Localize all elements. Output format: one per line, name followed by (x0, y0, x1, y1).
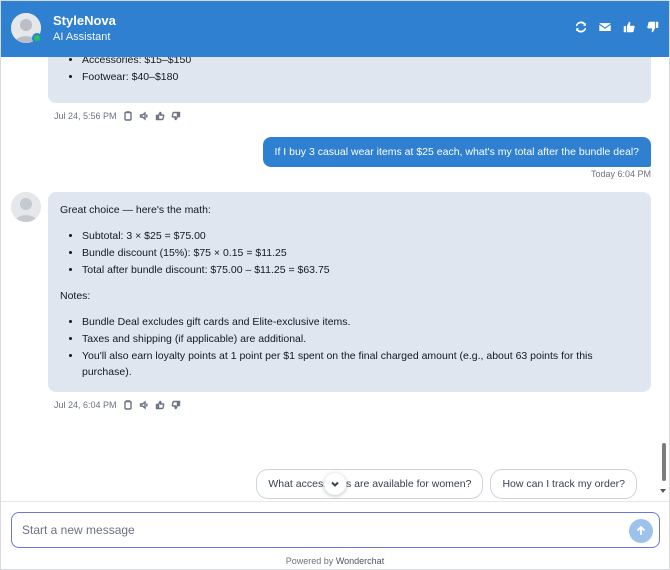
speaker-icon[interactable] (139, 400, 149, 410)
arrow-up-icon (636, 525, 646, 535)
list-item: Footwear: $40–$180 (82, 69, 639, 85)
price-range-list: Accessories: $15–$150 Footwear: $40–$180 (60, 57, 639, 85)
scroll-to-bottom-button[interactable] (324, 473, 346, 495)
powered-by-footer: Powered by Wonderchat (1, 556, 669, 566)
notes-list: Bundle Deal excludes gift cards and Elit… (60, 314, 639, 380)
powered-by-label: Powered by (285, 556, 334, 566)
bot-message-bubble: Great choice — here's the math: Subtotal… (48, 192, 651, 392)
message-list: Accessories: $15–$150 Footwear: $40–$180… (1, 57, 661, 501)
thumbs-up-icon[interactable] (155, 400, 165, 410)
message-timestamp: Jul 24, 5:56 PM (54, 111, 117, 121)
list-item: Total after bundle discount: $75.00 – $1… (82, 262, 639, 278)
mail-icon[interactable] (597, 19, 613, 35)
chat-widget: StyleNova AI Assistant Accessories: $15–… (0, 0, 670, 570)
list-item: Bundle discount (15%): $75 × 0.15 = $11.… (82, 245, 639, 261)
online-status-dot (32, 33, 42, 43)
chat-header: StyleNova AI Assistant (1, 1, 669, 57)
scrollbar-thumb[interactable] (662, 443, 666, 481)
thumbs-down-icon[interactable] (171, 111, 181, 121)
assistant-avatar (11, 192, 41, 222)
suggestion-chips: What accessories are available for women… (256, 469, 637, 499)
message-input[interactable] (22, 521, 622, 539)
thumbs-down-icon[interactable] (171, 400, 181, 410)
list-item: Subtotal: 3 × $25 = $75.00 (82, 228, 639, 244)
list-item: Accessories: $15–$150 (82, 57, 639, 68)
thumbs-up-icon[interactable] (621, 19, 637, 35)
message-meta: Jul 24, 6:04 PM (54, 400, 181, 410)
header-actions (573, 19, 661, 35)
speaker-icon[interactable] (139, 111, 149, 121)
list-item: You'll also earn loyalty points at 1 poi… (82, 348, 639, 380)
divider (1, 501, 669, 502)
chevron-down-icon (331, 481, 339, 487)
thumbs-down-icon[interactable] (645, 19, 661, 35)
message-timestamp: Jul 24, 6:04 PM (54, 400, 117, 410)
message-intro: Great choice — here's the math: (60, 204, 211, 216)
bot-message-bubble: Accessories: $15–$150 Footwear: $40–$180 (48, 57, 651, 103)
brand-name: StyleNova (53, 13, 116, 28)
user-silhouette-icon (11, 192, 41, 222)
notes-label: Notes: (60, 290, 91, 302)
message-composer (11, 512, 660, 548)
message-timestamp: Today 6:04 PM (590, 169, 651, 179)
brand-subtitle: AI Assistant (53, 31, 111, 43)
math-list: Subtotal: 3 × $25 = $75.00 Bundle discou… (60, 228, 639, 278)
list-item: Bundle Deal excludes gift cards and Elit… (82, 314, 639, 330)
suggestion-chip[interactable]: What accessories are available for women… (256, 469, 484, 499)
list-item: Taxes and shipping (if applicable) are a… (82, 331, 639, 347)
powered-by-brand[interactable]: Wonderchat (336, 556, 384, 566)
message-meta: Jul 24, 5:56 PM (54, 111, 181, 121)
copy-icon[interactable] (123, 400, 133, 410)
suggestion-chip[interactable]: How can I track my order? (490, 469, 637, 499)
copy-icon[interactable] (123, 111, 133, 121)
brand-block: StyleNova AI Assistant (53, 13, 116, 45)
scrollbar-down-arrow[interactable] (660, 489, 666, 493)
user-message-bubble: If I buy 3 casual wear items at $25 each… (262, 137, 651, 167)
thumbs-up-icon[interactable] (155, 111, 165, 121)
send-button[interactable] (629, 519, 653, 543)
refresh-icon[interactable] (573, 19, 589, 35)
